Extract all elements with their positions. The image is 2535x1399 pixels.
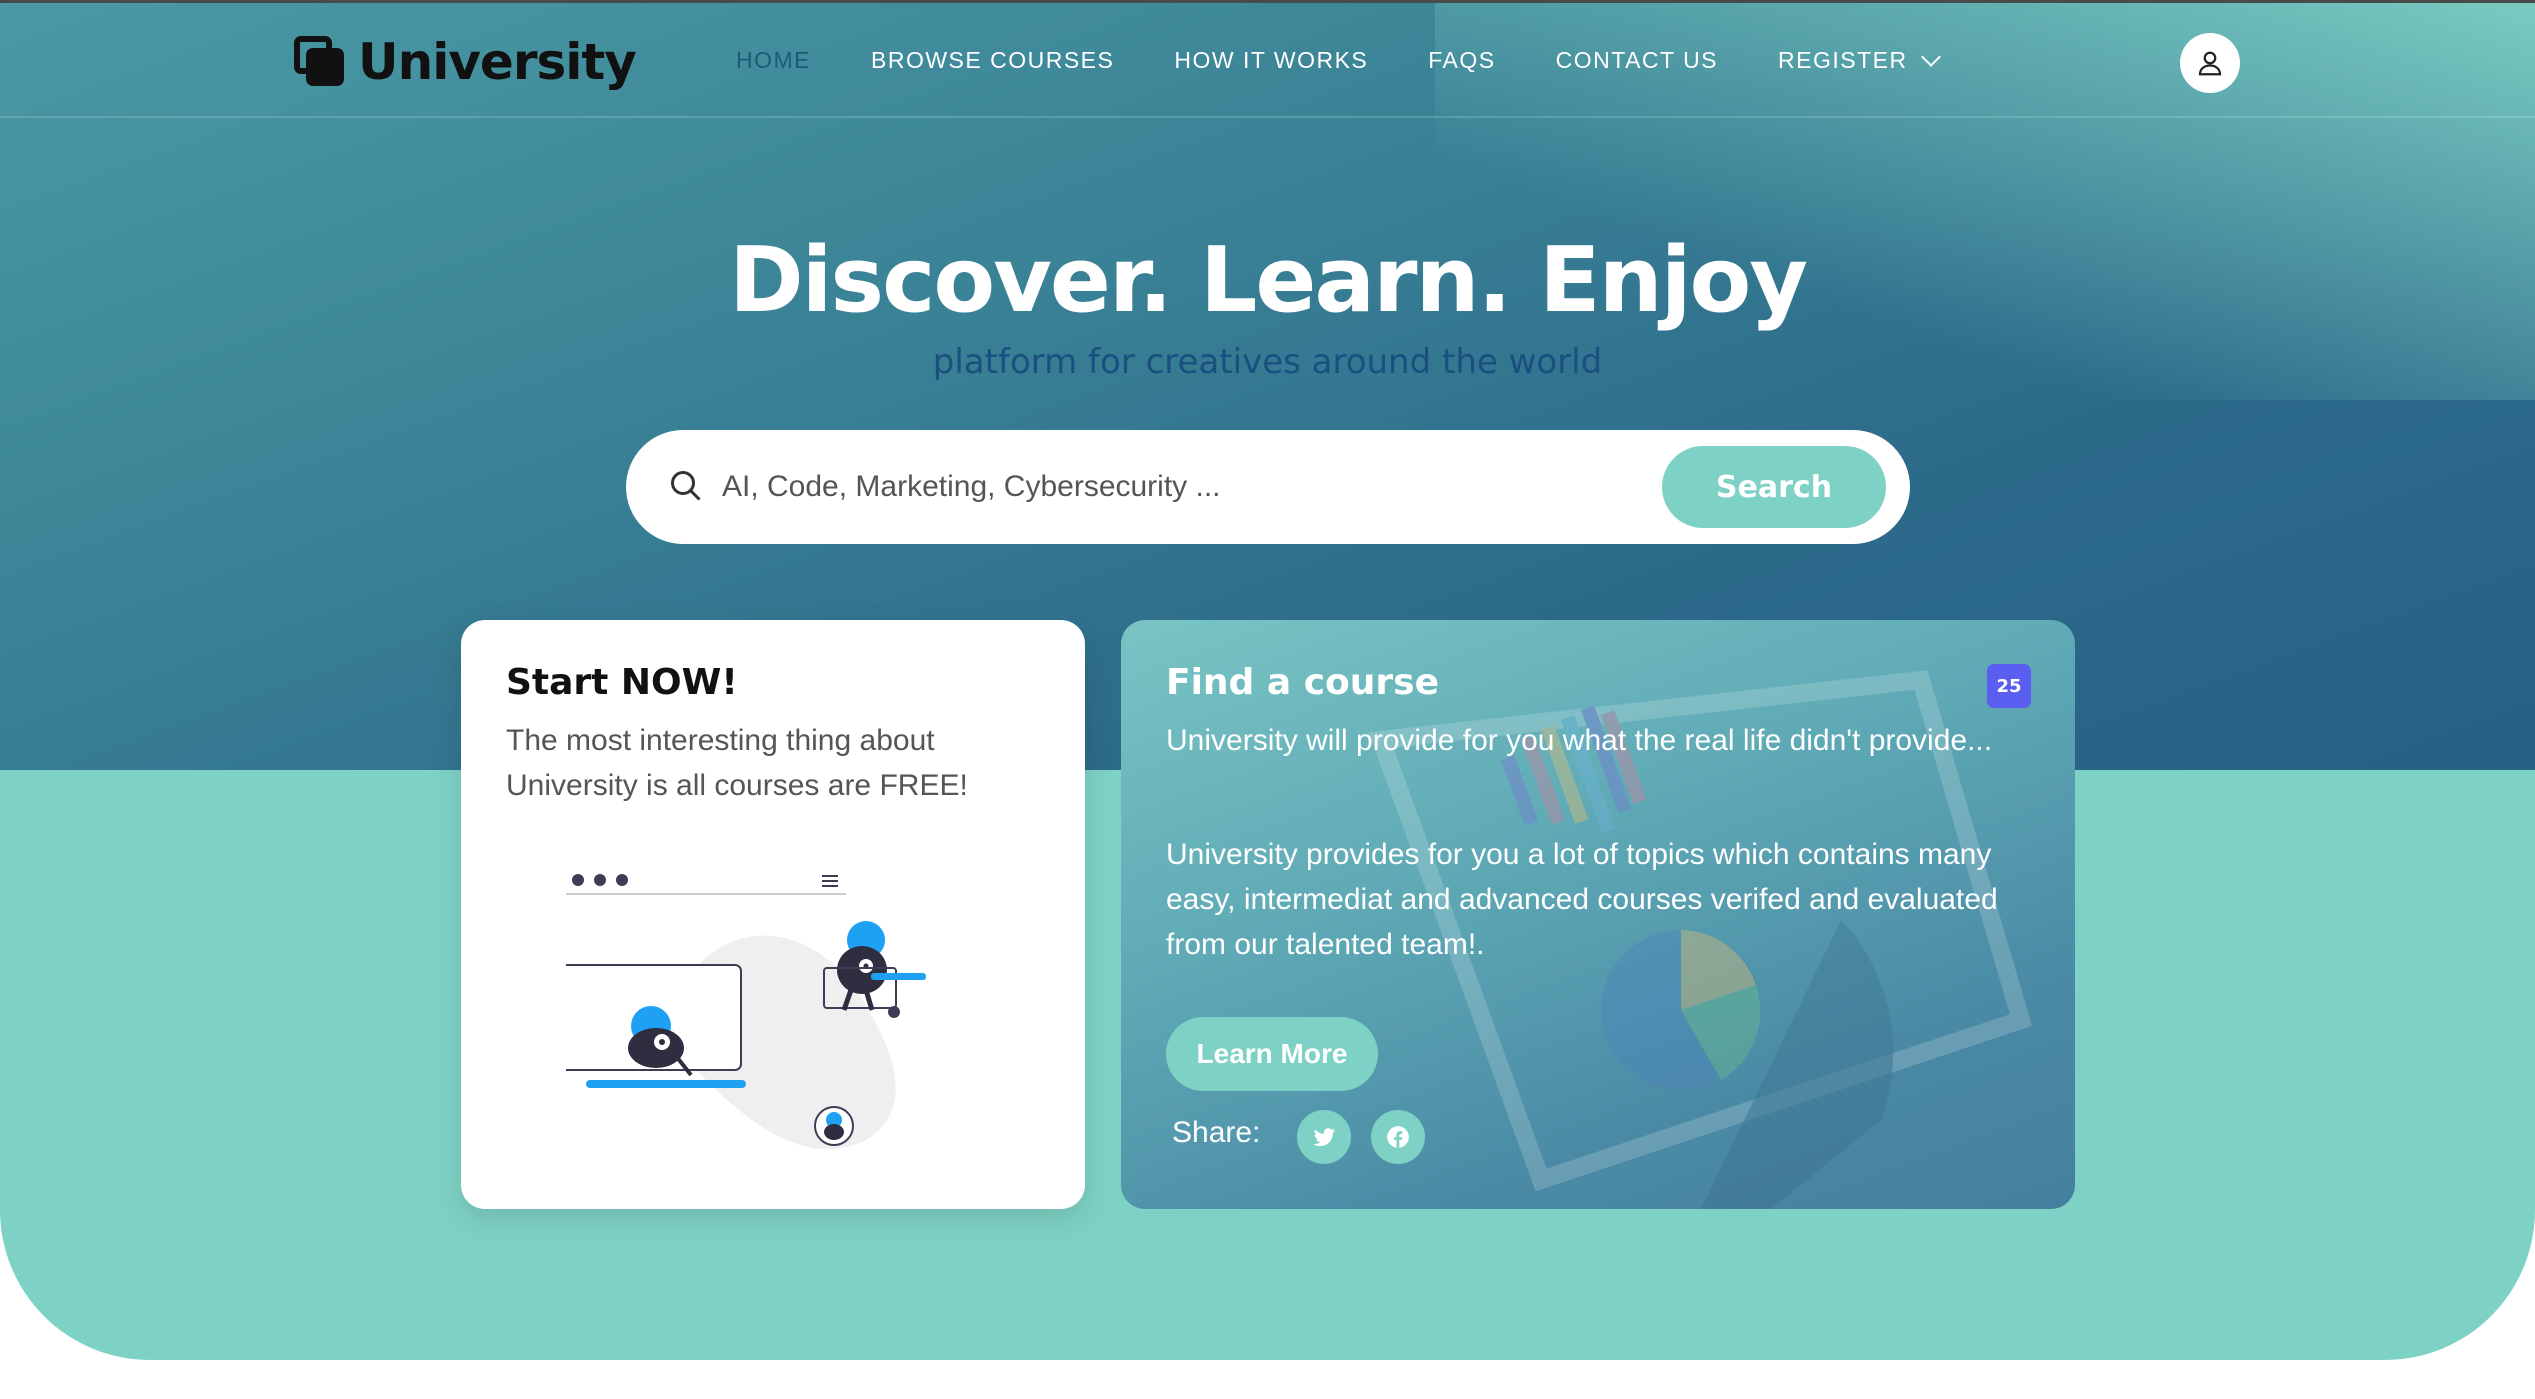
- find-card-title: Find a course: [1166, 662, 1439, 703]
- search-button[interactable]: Search: [1662, 446, 1886, 528]
- start-card-title: Start NOW!: [506, 662, 738, 703]
- find-card-description: University provides for you a lot of top…: [1166, 838, 1998, 961]
- user-account-button[interactable]: [2180, 33, 2240, 93]
- nav-links: HOME BROWSE COURSES HOW IT WORKS FAQS CO…: [736, 46, 1998, 74]
- facebook-icon: [1387, 1126, 1409, 1148]
- nav-how-it-works[interactable]: HOW IT WORKS: [1174, 47, 1368, 74]
- search-bar: Search: [626, 430, 1910, 544]
- learn-more-button[interactable]: Learn More: [1166, 1017, 1378, 1091]
- find-card-intro: University will provide for you what the…: [1166, 724, 1993, 757]
- chevron-down-icon: [1920, 46, 1941, 67]
- search-input[interactable]: [722, 460, 1582, 514]
- navbar: University HOME BROWSE COURSES HOW IT WO…: [0, 3, 2535, 118]
- hero-title: Discover. Learn. Enjoy: [728, 228, 1808, 333]
- nav-contact-us[interactable]: CONTACT US: [1556, 47, 1718, 74]
- search-icon: [671, 471, 701, 501]
- start-now-card: Start NOW! The most interesting thing ab…: [461, 620, 1085, 1209]
- nav-register-label: REGISTER: [1778, 47, 1908, 73]
- nav-home[interactable]: HOME: [736, 47, 811, 74]
- logo-icon: [294, 36, 346, 88]
- start-card-text: The most interesting thing about Univers…: [506, 724, 968, 802]
- course-count-badge: 25: [1987, 664, 2031, 708]
- nav-browse-courses[interactable]: BROWSE COURSES: [871, 47, 1114, 74]
- logo[interactable]: University: [294, 33, 637, 91]
- share-twitter-button[interactable]: [1297, 1110, 1351, 1164]
- share-facebook-button[interactable]: [1371, 1110, 1425, 1164]
- find-course-card: Find a course 25 University will provide…: [1121, 620, 2075, 1209]
- nav-faqs[interactable]: FAQS: [1428, 47, 1495, 74]
- hero-subtitle: platform for creatives around the world: [932, 342, 1603, 382]
- nav-register[interactable]: REGISTER: [1778, 46, 1941, 74]
- logo-text: University: [358, 33, 637, 91]
- twitter-icon: [1313, 1128, 1336, 1147]
- online-learning-illustration: [566, 874, 926, 1150]
- share-label: Share:: [1172, 1116, 1261, 1149]
- user-icon: [2198, 51, 2222, 76]
